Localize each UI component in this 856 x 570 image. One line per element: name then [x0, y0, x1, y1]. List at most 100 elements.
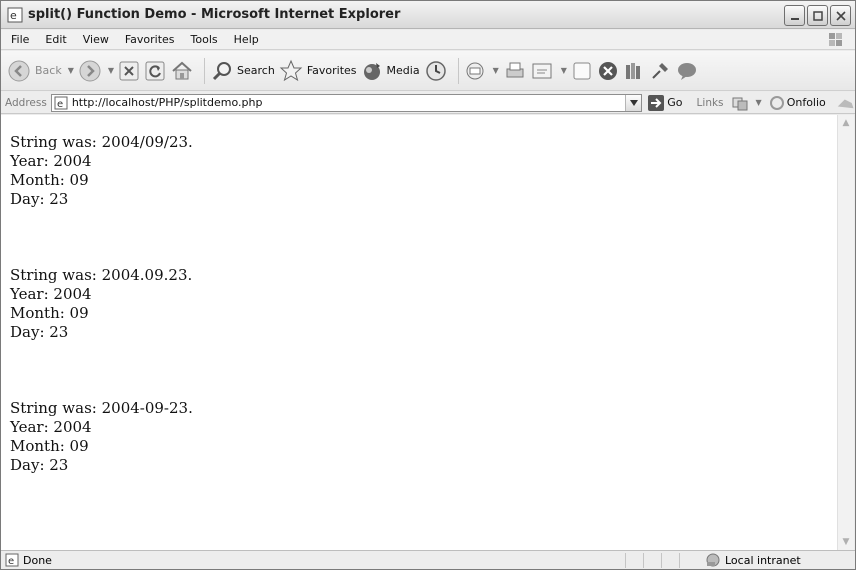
- scroll-down-icon[interactable]: ▼: [838, 534, 854, 550]
- block-button[interactable]: [597, 54, 619, 88]
- media-label: Media: [386, 64, 420, 77]
- refresh-button[interactable]: [144, 54, 166, 88]
- menu-bar: File Edit View Favorites Tools Help: [1, 30, 855, 50]
- address-dropdown-button[interactable]: [625, 94, 642, 111]
- year-line: Year: 2004: [10, 152, 92, 170]
- title-bar[interactable]: e split() Function Demo - Microsoft Inte…: [1, 1, 855, 29]
- maximize-icon: [812, 10, 823, 21]
- menu-help[interactable]: Help: [226, 33, 267, 46]
- onfolio-label: Onfolio: [786, 96, 826, 109]
- onfolio-button[interactable]: Onfolio: [769, 95, 826, 110]
- minimize-button[interactable]: [784, 5, 805, 26]
- history-button[interactable]: [424, 54, 448, 88]
- window-title: split() Function Demo - Microsoft Intern…: [28, 7, 401, 22]
- dropdown-arrow-icon[interactable]: ▼: [561, 66, 567, 75]
- year-line: Year: 2004: [10, 418, 92, 436]
- stop-icon: [119, 61, 139, 80]
- messenger-button[interactable]: [675, 54, 699, 88]
- string-line: String was: 2004.09.23.: [10, 266, 193, 284]
- day-line: Day: 23: [10, 456, 69, 474]
- string-line: String was: 2004/09/23.: [10, 133, 193, 151]
- status-pane: [643, 552, 661, 568]
- back-button[interactable]: Back ▼: [7, 54, 74, 88]
- pin-icon: [652, 62, 668, 79]
- result-block: String was: 2004.09.23. Year: 2004 Month…: [10, 266, 837, 342]
- result-block: String was: 2004-09-23. Year: 2004 Month…: [10, 399, 837, 475]
- page-done-icon: e: [5, 553, 19, 567]
- zone-label: Local intranet: [725, 553, 801, 567]
- stop-button[interactable]: [118, 54, 140, 88]
- day-line: Day: 23: [10, 323, 69, 341]
- print-button[interactable]: [503, 54, 527, 88]
- ie-page-icon: e: [7, 7, 23, 22]
- status-pane: [625, 552, 643, 568]
- window-controls: [784, 5, 851, 26]
- search-button[interactable]: Search: [211, 54, 275, 88]
- close-button[interactable]: [830, 5, 851, 26]
- refresh-icon: [145, 61, 165, 80]
- windows-flag-icon: [829, 33, 842, 46]
- dropdown-arrow-icon[interactable]: ▼: [756, 98, 762, 107]
- dropdown-arrow-icon[interactable]: ▼: [493, 66, 499, 75]
- menu-edit[interactable]: Edit: [37, 33, 74, 46]
- dropdown-arrow-icon[interactable]: ▼: [68, 66, 74, 75]
- translate-button[interactable]: ▼: [732, 95, 762, 111]
- intranet-icon: [706, 553, 720, 567]
- favorites-button[interactable]: Favorites: [279, 54, 357, 88]
- menu-file[interactable]: File: [1, 33, 37, 46]
- address-url: http://localhost/PHP/splitdemo.php: [71, 96, 263, 109]
- star-icon: [279, 59, 303, 81]
- edit-icon: [532, 63, 552, 78]
- security-zone[interactable]: Local intranet: [705, 553, 801, 567]
- back-arrow-icon: [8, 60, 30, 81]
- messenger-icon: [677, 62, 696, 80]
- string-line: String was: 2004-09-23.: [10, 399, 193, 417]
- svg-text:e: e: [10, 9, 17, 22]
- discuss-button[interactable]: [571, 54, 593, 88]
- close-icon: [835, 10, 846, 21]
- status-pane: [679, 552, 697, 568]
- home-button[interactable]: [170, 54, 194, 88]
- menu-favorites[interactable]: Favorites: [117, 33, 183, 46]
- status-pane: [661, 552, 679, 568]
- onfolio-icon: [769, 95, 784, 110]
- go-button[interactable]: Go: [648, 94, 683, 111]
- menu-view[interactable]: View: [75, 33, 117, 46]
- address-bar: Address e http://localhost/PHP/splitdemo…: [1, 92, 855, 114]
- go-label: Go: [667, 96, 683, 109]
- dropdown-arrow-icon[interactable]: ▼: [108, 66, 114, 75]
- address-input[interactable]: e http://localhost/PHP/splitdemo.php: [50, 93, 643, 112]
- research-button[interactable]: [623, 54, 645, 88]
- month-line: Month: 09: [10, 437, 89, 455]
- standard-toolbar: Back ▼ ▼ Search Favorites Media ▼ ▼: [1, 51, 855, 91]
- research-icon: [625, 62, 640, 79]
- forward-button[interactable]: ▼: [78, 54, 114, 88]
- menu-tools[interactable]: Tools: [183, 33, 226, 46]
- tools-button[interactable]: [649, 54, 671, 88]
- print-icon: [506, 62, 524, 77]
- month-line: Month: 09: [10, 304, 89, 322]
- edit-button[interactable]: ▼: [531, 54, 567, 88]
- minimize-icon: [790, 17, 799, 20]
- maximize-button[interactable]: [807, 5, 828, 26]
- history-icon: [425, 60, 446, 81]
- status-text: Done: [23, 553, 52, 567]
- day-line: Day: 23: [10, 190, 69, 208]
- address-label: Address: [5, 96, 47, 109]
- search-label: Search: [237, 64, 275, 77]
- page-content: String was: 2004/09/23. Year: 2004 Month…: [1, 115, 837, 550]
- mail-icon: [466, 62, 484, 79]
- forward-arrow-icon: [79, 60, 101, 81]
- mail-button[interactable]: ▼: [465, 54, 499, 88]
- chevron-down-icon: [629, 99, 638, 106]
- media-button[interactable]: Media: [361, 54, 420, 88]
- page-icon: e: [54, 96, 68, 110]
- block-icon: [598, 61, 617, 80]
- toolbar-grip-icon: [837, 99, 854, 108]
- magnifier-icon: [212, 61, 232, 80]
- scroll-up-icon[interactable]: ▲: [838, 115, 854, 131]
- vertical-scrollbar[interactable]: ▲ ▼: [837, 115, 854, 550]
- links-label[interactable]: Links: [697, 97, 724, 109]
- browser-window: e split() Function Demo - Microsoft Inte…: [0, 0, 856, 570]
- media-icon: [363, 62, 380, 80]
